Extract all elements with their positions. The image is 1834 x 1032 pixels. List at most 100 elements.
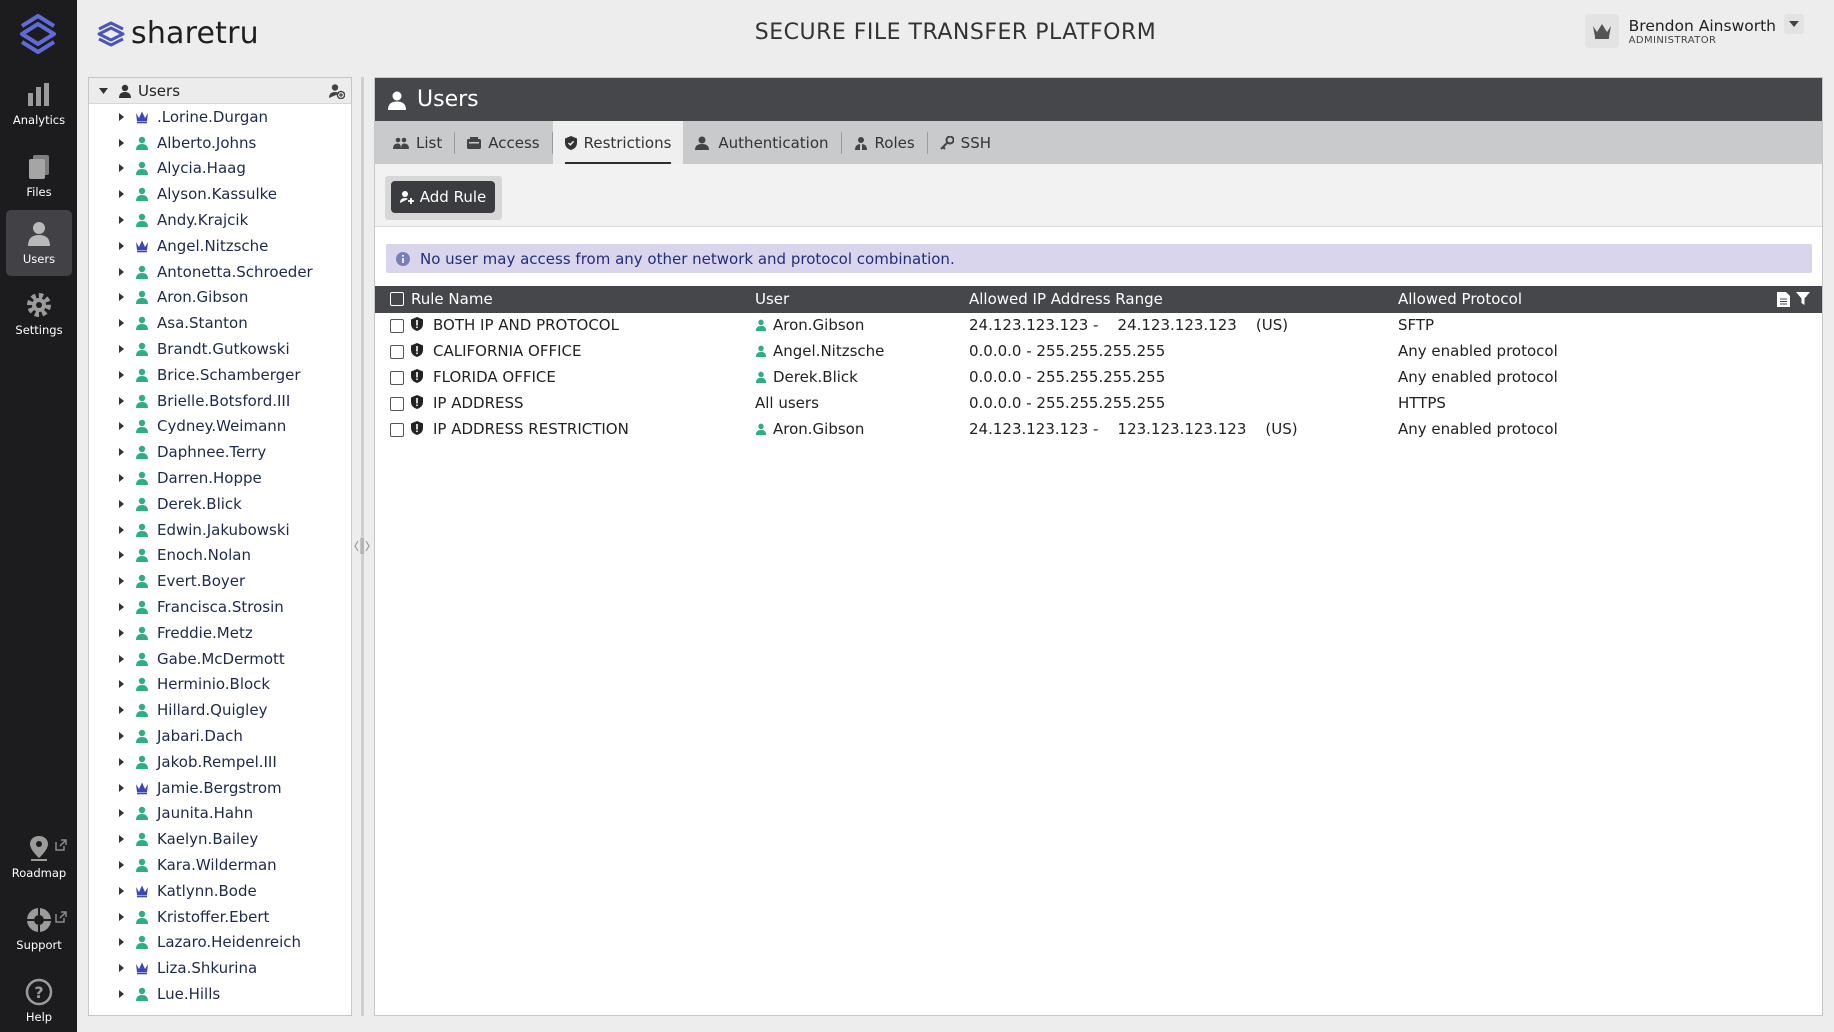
expand-arrow-icon[interactable]	[119, 319, 124, 328]
expand-arrow-icon[interactable]	[119, 112, 124, 121]
tree-user-item[interactable]: Hillard.Quigley	[89, 697, 351, 723]
table-row[interactable]: IP ADDRESS RESTRICTION Aron.Gibson 24.123.…	[375, 417, 1822, 443]
tab-ssh[interactable]: SSH	[928, 121, 1003, 164]
table-row[interactable]: FLORIDA OFFICE Derek.Blick 0.0.0.0 - 255.2…	[375, 365, 1822, 391]
row-checkbox[interactable]	[390, 423, 404, 437]
tree-user-item[interactable]: Gabe.McDermott	[89, 646, 351, 672]
expand-arrow-icon[interactable]	[119, 912, 124, 921]
tree-user-item[interactable]: Katlynn.Bode	[89, 878, 351, 904]
expand-arrow-icon[interactable]	[119, 396, 124, 405]
tree-user-item[interactable]: Liza.Shkurina	[89, 955, 351, 981]
tree-user-item[interactable]: Lue.Hills	[89, 981, 351, 1007]
tree-user-item[interactable]: Cydney.Weimann	[89, 414, 351, 440]
expand-arrow-icon[interactable]	[119, 164, 124, 173]
rail-item-support[interactable]: Support	[6, 896, 72, 962]
rail-item-files[interactable]: Files	[6, 143, 72, 209]
expand-arrow-icon[interactable]	[119, 603, 124, 612]
expand-arrow-icon[interactable]	[119, 732, 124, 741]
tree-user-item[interactable]: Andy.Krajcik	[89, 207, 351, 233]
row-checkbox[interactable]	[390, 397, 404, 411]
tree-user-item[interactable]: Brielle.Botsford.III	[89, 388, 351, 414]
tree-user-item[interactable]: Francisca.Strosin	[89, 594, 351, 620]
expand-arrow-icon[interactable]	[119, 551, 124, 560]
tree-user-item[interactable]: Aron.Gibson	[89, 285, 351, 311]
add-user-icon[interactable]	[329, 83, 345, 99]
tree-user-item[interactable]: Asa.Stanton	[89, 310, 351, 336]
expand-arrow-icon[interactable]	[119, 809, 124, 818]
splitter-handle-icon[interactable]	[354, 537, 370, 555]
add-rule-button[interactable]: Add Rule	[391, 181, 495, 213]
tree-user-item[interactable]: Brice.Schamberger	[89, 362, 351, 388]
expand-arrow-icon[interactable]	[119, 989, 124, 998]
tree-user-item[interactable]: Enoch.Nolan	[89, 543, 351, 569]
expand-arrow-icon[interactable]	[119, 964, 124, 973]
tree-user-item[interactable]: Kara.Wilderman	[89, 852, 351, 878]
tree-user-item[interactable]: Alberto.Johns	[89, 130, 351, 156]
expand-arrow-icon[interactable]	[119, 216, 124, 225]
tree-user-item[interactable]: Derek.Blick	[89, 491, 351, 517]
row-checkbox[interactable]	[390, 371, 404, 385]
table-row[interactable]: IP ADDRESS All users 0.0.0.0 - 255.255.255…	[375, 391, 1822, 417]
expand-arrow-icon[interactable]	[119, 345, 124, 354]
tree-user-item[interactable]: Kristoffer.Ebert	[89, 904, 351, 930]
tab-roles[interactable]: Roles	[842, 121, 927, 164]
tree-user-item[interactable]: Evert.Boyer	[89, 568, 351, 594]
tree-user-item[interactable]: Antonetta.Schroeder	[89, 259, 351, 285]
caret-down-icon[interactable]	[99, 87, 108, 94]
expand-arrow-icon[interactable]	[119, 370, 124, 379]
rail-item-analytics[interactable]: Analytics	[6, 71, 72, 137]
expand-arrow-icon[interactable]	[119, 190, 124, 199]
row-checkbox[interactable]	[390, 345, 404, 359]
expand-arrow-icon[interactable]	[119, 293, 124, 302]
export-icon[interactable]	[1777, 292, 1790, 307]
tree-root[interactable]: Users	[89, 78, 351, 104]
rail-item-settings[interactable]: Settings	[6, 281, 72, 347]
tree-user-item[interactable]: Jaunita.Hahn	[89, 801, 351, 827]
tree-user-item[interactable]: Herminio.Block	[89, 672, 351, 698]
tree-user-item[interactable]: .Lorine.Durgan	[89, 104, 351, 130]
user-menu[interactable]: Brendon Ainsworth ADMINISTRATOR	[1584, 14, 1804, 48]
tree-user-item[interactable]: Jabari.Dach	[89, 723, 351, 749]
tab-list[interactable]: List	[381, 121, 454, 164]
tree-user-item[interactable]: Kaelyn.Bailey	[89, 826, 351, 852]
expand-arrow-icon[interactable]	[119, 241, 124, 250]
tab-restrictions[interactable]: Restrictions	[552, 121, 684, 164]
expand-arrow-icon[interactable]	[119, 267, 124, 276]
expand-arrow-icon[interactable]	[119, 757, 124, 766]
tree-user-item[interactable]: Jamie.Bergstrom	[89, 775, 351, 801]
expand-arrow-icon[interactable]	[119, 499, 124, 508]
tree-user-item[interactable]: Edwin.Jakubowski	[89, 517, 351, 543]
tree-user-item[interactable]: Lazaro.Heidenreich	[89, 930, 351, 956]
expand-arrow-icon[interactable]	[119, 938, 124, 947]
tree-user-item[interactable]: Brandt.Gutkowski	[89, 336, 351, 362]
rail-item-help[interactable]: ? Help	[6, 968, 72, 1032]
column-header-rule-name[interactable]: Rule Name	[411, 290, 493, 308]
expand-arrow-icon[interactable]	[119, 138, 124, 147]
expand-arrow-icon[interactable]	[119, 706, 124, 715]
tree-user-item[interactable]: Darren.Hoppe	[89, 465, 351, 491]
tree-user-item[interactable]: Daphnee.Terry	[89, 439, 351, 465]
column-header-user[interactable]: User	[755, 290, 789, 308]
select-all-checkbox[interactable]	[390, 292, 404, 306]
expand-arrow-icon[interactable]	[119, 628, 124, 637]
expand-arrow-icon[interactable]	[119, 886, 124, 895]
expand-arrow-icon[interactable]	[119, 422, 124, 431]
expand-arrow-icon[interactable]	[119, 654, 124, 663]
tree-user-item[interactable]: Angel.Nitzsche	[89, 233, 351, 259]
filter-icon[interactable]	[1796, 292, 1810, 306]
tab-authentication[interactable]: Authentication	[683, 121, 840, 164]
tree-user-item[interactable]: Freddie.Metz	[89, 620, 351, 646]
rail-item-roadmap[interactable]: Roadmap	[6, 824, 72, 890]
row-checkbox[interactable]	[390, 319, 404, 333]
expand-arrow-icon[interactable]	[119, 577, 124, 586]
column-header-ip-range[interactable]: Allowed IP Address Range	[969, 290, 1163, 308]
tree-user-item[interactable]: Alycia.Haag	[89, 156, 351, 182]
table-row[interactable]: CALIFORNIA OFFICE Angel.Nitzsche 0.0.0.0 -…	[375, 339, 1822, 365]
rail-item-users[interactable]: Users	[6, 210, 72, 276]
expand-arrow-icon[interactable]	[119, 861, 124, 869]
expand-arrow-icon[interactable]	[119, 448, 124, 457]
sharetru-logo-icon[interactable]	[18, 14, 58, 54]
expand-arrow-icon[interactable]	[119, 783, 124, 792]
expand-arrow-icon[interactable]	[119, 525, 124, 534]
user-dropdown-button[interactable]	[1784, 14, 1804, 34]
